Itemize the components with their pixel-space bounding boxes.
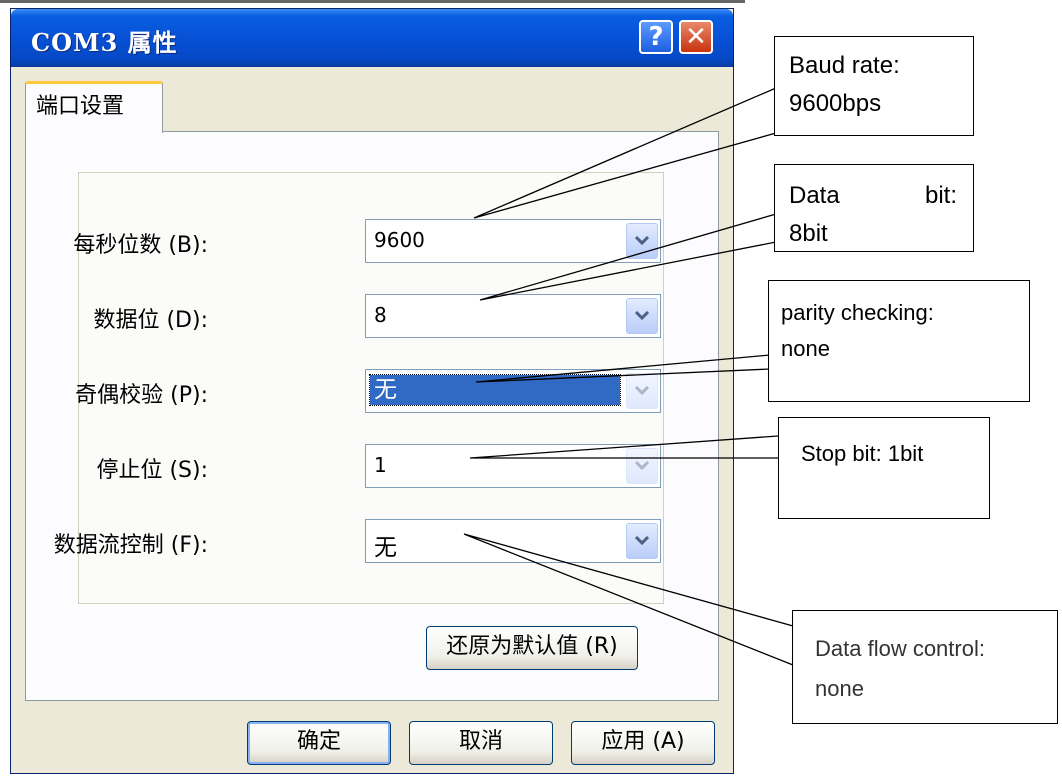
chevron-down-icon[interactable] [626, 523, 658, 559]
data-bit-callout-line2: 8bit [789, 220, 828, 247]
flow-control-value: 无 [374, 535, 397, 561]
title-bar[interactable]: COM3 属性 ? ✕ [11, 9, 733, 67]
stop-bits-label: 停止位 (S): [96, 458, 208, 483]
chevron-down-icon[interactable] [626, 373, 658, 409]
baud-rate-value: 9600 [374, 228, 425, 252]
settings-group: 每秒位数 (B): 9600 数据位 (D): 8 奇偶校验 (P): 无 停止… [54, 172, 664, 604]
parity-value: 无 [369, 374, 621, 406]
stop-bits-select[interactable]: 1 [365, 444, 661, 488]
apply-button[interactable]: 应用 (A) [571, 721, 715, 765]
chevron-down-icon[interactable] [626, 448, 658, 484]
flow-control-callout-line2: none [815, 676, 864, 701]
help-icon: ? [648, 22, 664, 52]
data-bits-value: 8 [374, 303, 387, 327]
parity-callout-line2: none [781, 336, 830, 361]
com3-properties-dialog: COM3 属性 ? ✕ 每秒位数 (B): 9600 数据位 (D): 8 奇偶… [10, 8, 734, 774]
flow-control-callout-line1: Data flow control: [815, 636, 985, 661]
close-button[interactable]: ✕ [679, 20, 713, 54]
parity-callout-line1: parity checking: [781, 300, 934, 325]
flow-control-callout: Data flow control: none [792, 610, 1058, 724]
data-bit-callout: Data bit: 8bit [774, 164, 974, 252]
close-icon: ✕ [685, 22, 707, 52]
cancel-button[interactable]: 取消 [409, 721, 553, 765]
parity-select[interactable]: 无 [365, 369, 661, 413]
baud-rate-callout-line2: 9600bps [789, 90, 882, 117]
stop-bits-value: 1 [374, 453, 387, 477]
parity-label: 奇偶校验 (P): [75, 383, 208, 408]
baud-rate-callout: Baud rate: 9600bps [774, 36, 974, 136]
baud-rate-select[interactable]: 9600 [365, 219, 661, 263]
tab-panel-port-settings: 每秒位数 (B): 9600 数据位 (D): 8 奇偶校验 (P): 无 停止… [25, 131, 719, 701]
data-bit-callout-word: Data [789, 182, 840, 209]
flow-control-select[interactable]: 无 [365, 519, 661, 563]
dialog-title: COM3 属性 [31, 28, 178, 57]
stop-bit-callout-line1: Stop bit: 1bit [801, 441, 924, 466]
baud-rate-callout-line1: Baud rate: [789, 52, 900, 79]
data-bit-callout-word2: bit: [924, 182, 957, 209]
chevron-down-icon[interactable] [626, 298, 658, 334]
baud-rate-label: 每秒位数 (B): [73, 233, 208, 258]
ok-button[interactable]: 确定 [247, 721, 391, 765]
tab-port-settings[interactable]: 端口设置 [25, 81, 163, 133]
restore-defaults-button[interactable]: 还原为默认值 (R) [426, 626, 638, 670]
flow-control-label: 数据流控制 (F): [53, 533, 208, 558]
stop-bit-callout: Stop bit: 1bit [778, 417, 990, 519]
parity-callout: parity checking: none [768, 280, 1030, 402]
help-button[interactable]: ? [639, 20, 673, 54]
data-bits-select[interactable]: 8 [365, 294, 661, 338]
window-top-edge [0, 0, 745, 3]
chevron-down-icon[interactable] [626, 223, 658, 259]
data-bits-label: 数据位 (D): [93, 308, 208, 333]
